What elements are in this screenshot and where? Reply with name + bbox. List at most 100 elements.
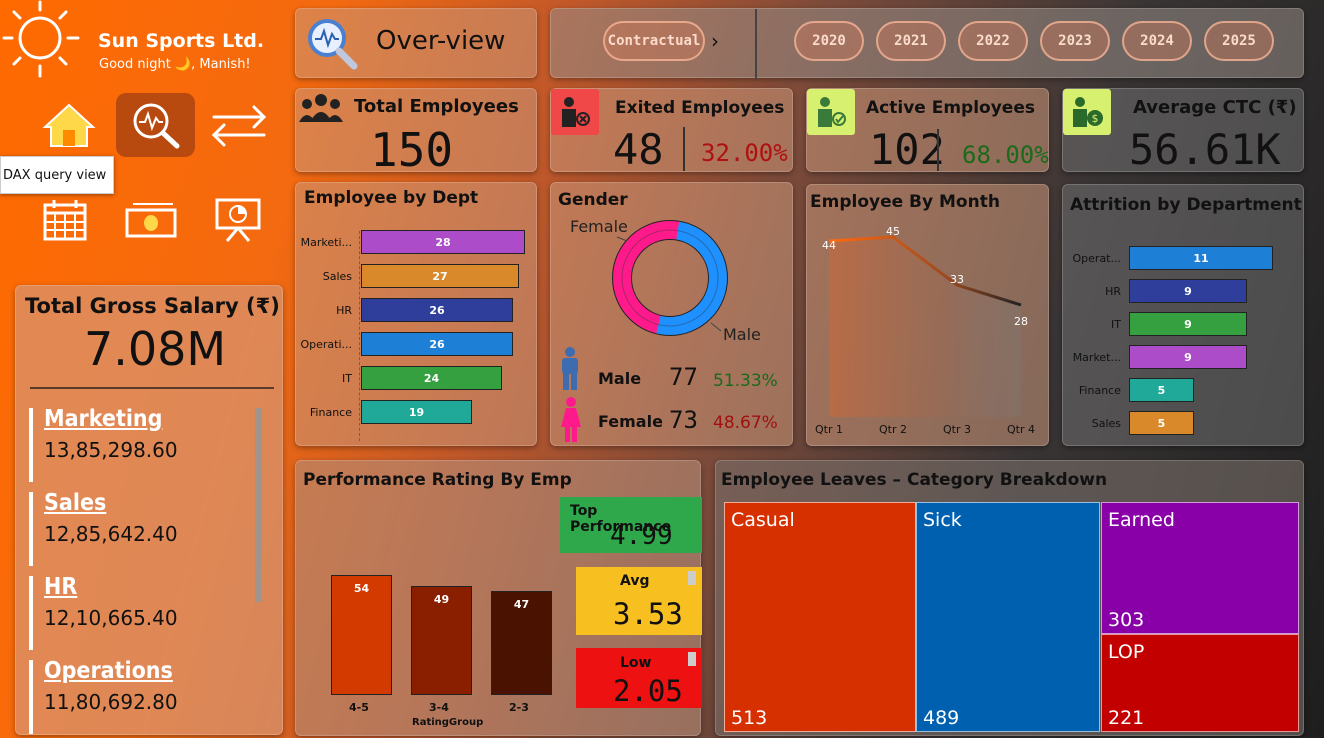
rating-bar[interactable]: 47 <box>491 591 552 695</box>
treemap-category: Sick <box>923 509 962 531</box>
attrition-bar[interactable]: 9 <box>1129 279 1247 303</box>
treemap-cell-earned[interactable]: Earned 303 <box>1101 502 1299 634</box>
nav-swap-button[interactable] <box>208 100 270 150</box>
tick-label: 2-3 <box>509 701 529 714</box>
attrition-bar[interactable]: 5 <box>1129 411 1194 435</box>
avg-ctc-value: 56.61K <box>1129 125 1281 174</box>
dept-bar[interactable]: 28 <box>361 230 525 254</box>
rating-bar[interactable]: 49 <box>411 586 472 695</box>
employee-by-month-card: Employee By Month 44 45 33 28 Qtr 1 Qtr 2 Qtr … <box>806 184 1049 446</box>
page-title-card: Over-view <box>295 8 537 78</box>
salary-item[interactable]: HR 12,10,665.40 <box>44 574 178 630</box>
tick-label: Sales <box>1091 417 1121 430</box>
year-2020-button[interactable]: 2020 <box>794 21 864 61</box>
treemap-cell-lop[interactable]: LOP 221 <box>1101 634 1299 732</box>
tick-label: HR <box>1105 285 1121 298</box>
scrollbar[interactable] <box>255 408 262 602</box>
sun-logo-icon <box>0 0 82 82</box>
magnifier-chart-icon <box>308 19 358 70</box>
y-axis-line <box>359 231 360 441</box>
nav-home-button[interactable] <box>40 100 98 150</box>
low-performance-box: Low 2.05 <box>576 648 702 708</box>
x-axis-title: RatingGroup <box>412 717 484 728</box>
tick-label: Qtr 1 <box>815 423 843 436</box>
analytics-icon <box>133 103 179 149</box>
avg-value: 3.53 <box>613 597 683 631</box>
attrition-by-dept-card: Attrition by Department Operat... 11 HR 9 IT… <box>1062 184 1304 446</box>
treemap-value: 513 <box>731 707 768 729</box>
salary-accent-bar <box>29 576 33 650</box>
filter-divider <box>755 9 757 79</box>
employee-by-dept-card: Employee by Dept Marketi... 28 Sales 27 HR 26… <box>295 182 537 446</box>
tick-label: Operati... <box>300 338 352 351</box>
chevron-right-icon[interactable]: › <box>711 29 719 53</box>
year-2022-button[interactable]: 2022 <box>958 21 1028 61</box>
dept-bar[interactable]: 19 <box>361 400 472 424</box>
data-label: 33 <box>950 273 964 286</box>
low-label: Low <box>620 655 652 671</box>
chart-title: Employee Leaves – Category Breakdown <box>721 470 1108 490</box>
nav-money-button[interactable] <box>122 196 180 244</box>
kpi-divider <box>683 127 685 171</box>
money-icon <box>125 203 177 238</box>
donut-label-female: Female <box>570 217 628 236</box>
salary-item[interactable]: Sales 12,85,642.40 <box>44 490 178 546</box>
year-2023-button[interactable]: 2023 <box>1040 21 1110 61</box>
performance-card: Performance Rating By Emp 54 4-5 49 3-4 47 2-… <box>295 460 702 736</box>
salary-dept-name[interactable]: Operations <box>44 658 178 684</box>
dept-bar[interactable]: 26 <box>361 298 513 322</box>
contractual-filter-button[interactable]: Contractual <box>603 21 705 61</box>
avg-label: Avg <box>620 573 650 589</box>
treemap-value: 221 <box>1108 707 1145 729</box>
tick-label: 4-5 <box>349 701 369 714</box>
exited-employees-card: Exited Employees 48 32.00% <box>550 88 793 174</box>
scroll-thumb[interactable] <box>688 571 696 585</box>
home-icon <box>42 103 96 147</box>
tick-label: Qtr 4 <box>1007 423 1035 436</box>
rating-bar[interactable]: 54 <box>331 575 392 695</box>
salary-dept-value: 13,85,298.60 <box>44 438 178 462</box>
gender-donut-chart: Male Female <box>570 217 761 344</box>
greeting: Good night 🌙, Manish! <box>99 57 251 72</box>
data-label: 44 <box>822 239 836 252</box>
salary-item[interactable]: Marketing 13,85,298.60 <box>44 406 178 462</box>
year-2025-button[interactable]: 2025 <box>1204 21 1274 61</box>
dept-bar[interactable]: 24 <box>361 366 502 390</box>
svg-text:$: $ <box>1092 112 1099 125</box>
treemap-cell-sick[interactable]: Sick 489 <box>916 502 1100 732</box>
gross-salary-label: Total Gross Salary (₹) <box>25 294 280 318</box>
attrition-bar[interactable]: 5 <box>1129 378 1194 402</box>
total-employees-card: Total Employees 150 <box>295 88 537 177</box>
nav-calendar-button[interactable] <box>40 196 90 244</box>
salary-accent-bar <box>29 492 33 566</box>
page-icon-button[interactable] <box>302 13 362 73</box>
salary-item[interactable]: Operations 11,80,692.80 <box>44 658 178 714</box>
tick-label: HR <box>336 304 352 317</box>
active-employees-label: Active Employees <box>866 98 1035 118</box>
tick-label: Market... <box>1072 351 1121 364</box>
attrition-bar[interactable]: 9 <box>1129 345 1247 369</box>
dept-bar[interactable]: 26 <box>361 332 513 356</box>
year-2024-button[interactable]: 2024 <box>1122 21 1192 61</box>
page-title: Over-view <box>376 26 506 56</box>
scroll-thumb[interactable] <box>688 652 696 666</box>
data-label: 28 <box>1014 315 1028 328</box>
attrition-bar[interactable]: 11 <box>1129 246 1273 270</box>
nav-overview-button[interactable] <box>116 93 195 157</box>
tick-label: Qtr 3 <box>943 423 971 436</box>
treemap-category: Earned <box>1108 509 1175 531</box>
attrition-bar[interactable]: 9 <box>1129 312 1247 336</box>
salary-dept-name[interactable]: HR <box>44 574 178 600</box>
nav-presentation-button[interactable] <box>212 194 264 244</box>
divider <box>30 387 274 389</box>
year-2021-button[interactable]: 2021 <box>876 21 946 61</box>
salary-accent-bar <box>29 408 33 482</box>
salary-accent-bar <box>29 660 33 734</box>
salary-dept-name[interactable]: Marketing <box>44 406 178 432</box>
treemap-cell-casual[interactable]: Casual 513 <box>724 502 916 732</box>
gross-salary-card: Total Gross Salary (₹) 7.08M Marketing 13… <box>15 285 283 735</box>
female-icon <box>560 397 582 447</box>
salary-dept-name[interactable]: Sales <box>44 490 178 516</box>
chart-title: Attrition by Department <box>1070 195 1302 215</box>
dept-bar[interactable]: 27 <box>361 264 519 288</box>
